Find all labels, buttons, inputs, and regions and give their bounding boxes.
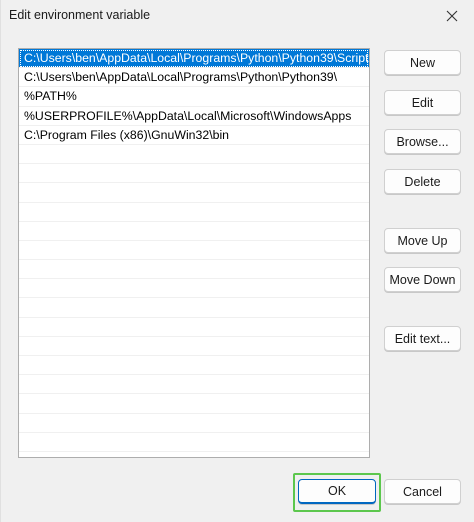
path-list-item[interactable] [19,318,369,337]
move-up-button[interactable]: Move Up [384,228,461,253]
cancel-button[interactable]: Cancel [384,479,461,504]
path-list-item[interactable] [19,433,369,452]
path-list-item[interactable]: %PATH% [19,87,369,107]
edit-button[interactable]: Edit [384,90,461,115]
path-list-item[interactable] [19,260,369,280]
close-button[interactable] [429,0,474,32]
path-list-item[interactable] [19,337,369,356]
path-list-item[interactable] [19,414,369,433]
path-list-item[interactable]: C:\Users\ben\AppData\Local\Programs\Pyth… [19,68,369,88]
title-bar: Edit environment variable [1,0,474,32]
browse-button[interactable]: Browse... [384,129,461,154]
path-list-item[interactable] [19,183,369,203]
path-list-item[interactable] [19,375,369,395]
window-title: Edit environment variable [9,8,151,22]
delete-button[interactable]: Delete [384,169,461,194]
path-list-item[interactable] [19,222,369,241]
path-list-item[interactable] [19,356,369,376]
path-list[interactable]: C:\Users\ben\AppData\Local\Programs\Pyth… [18,48,370,458]
path-list-item[interactable]: C:\Users\ben\AppData\Local\Programs\Pyth… [19,49,369,69]
edit-text-button[interactable]: Edit text... [384,326,461,351]
path-list-item[interactable]: C:\Program Files (x86)\GnuWin32\bin [19,126,369,145]
path-list-item[interactable] [19,241,369,261]
close-icon [446,10,458,22]
new-button[interactable]: New [384,50,461,75]
path-list-item[interactable] [19,164,369,184]
path-list-item[interactable] [19,279,369,299]
path-list-item[interactable] [19,145,369,165]
move-down-button[interactable]: Move Down [384,267,461,292]
path-list-item[interactable]: %USERPROFILE%\AppData\Local\Microsoft\Wi… [19,107,369,126]
path-list-item[interactable] [19,298,369,318]
path-list-item[interactable] [19,394,369,414]
path-list-item[interactable] [19,203,369,222]
edit-env-var-dialog: Edit environment variable C:\Users\ben\A… [0,0,474,522]
ok-button[interactable]: OK [298,479,376,504]
